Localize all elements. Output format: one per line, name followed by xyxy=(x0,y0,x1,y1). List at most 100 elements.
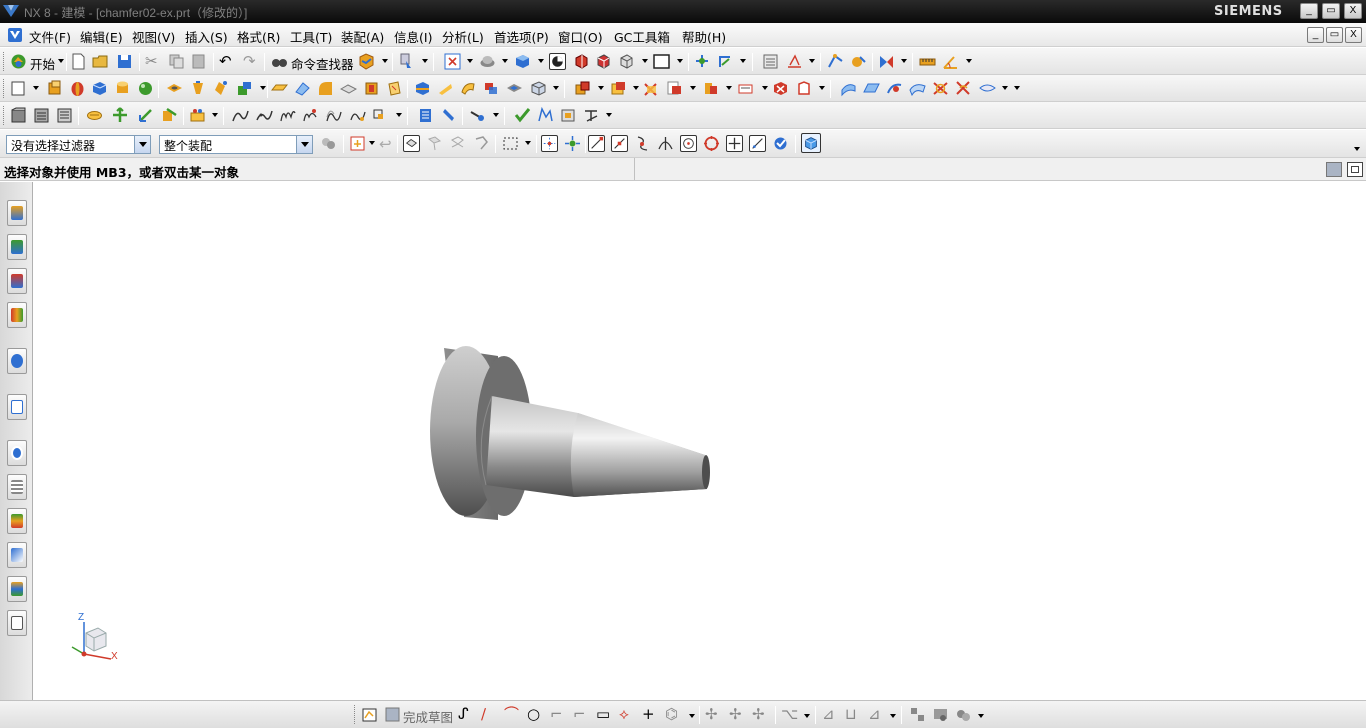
list-icon[interactable] xyxy=(417,107,434,124)
end-point-icon[interactable] xyxy=(588,135,605,152)
select-face-icon[interactable] xyxy=(426,135,443,152)
snap-point-icon[interactable] xyxy=(541,135,558,152)
move-face-icon[interactable] xyxy=(702,80,719,97)
show-hide-icon[interactable] xyxy=(850,53,867,70)
menu-edit[interactable]: 编辑(E) xyxy=(80,27,123,46)
sketch-flag-icon[interactable] xyxy=(361,706,378,723)
redo-icon[interactable]: ↷ xyxy=(243,53,256,70)
n-sided-surface-icon[interactable] xyxy=(909,80,926,97)
infer-constraints-icon[interactable] xyxy=(955,706,972,723)
menu-file[interactable]: 文件(F) xyxy=(29,27,71,46)
revolve-icon[interactable] xyxy=(69,80,86,97)
manufacturing-wizard-icon[interactable] xyxy=(7,542,27,568)
check-icon[interactable] xyxy=(514,107,531,124)
dropdown-arrow[interactable] xyxy=(809,59,815,63)
helix-icon[interactable] xyxy=(279,107,296,124)
move-object-icon[interactable] xyxy=(112,107,129,124)
bridge-surface-icon[interactable] xyxy=(932,80,949,97)
dropdown-arrow[interactable] xyxy=(525,141,531,145)
spline-icon[interactable] xyxy=(232,107,249,124)
finish-sketch-icon[interactable] xyxy=(384,706,401,723)
snap-existing-point-icon[interactable] xyxy=(564,135,581,152)
dropdown-arrow[interactable] xyxy=(689,714,695,718)
relations-browser-icon[interactable] xyxy=(932,706,949,723)
dropdown-arrow[interactable] xyxy=(502,59,508,63)
finish-sketch-button[interactable]: 完成草图 xyxy=(403,707,453,726)
boss-icon[interactable] xyxy=(190,80,207,97)
undo-icon[interactable]: ↶ xyxy=(219,53,232,70)
measure-angle-icon[interactable] xyxy=(942,53,959,70)
menu-view[interactable]: 视图(V) xyxy=(132,27,175,46)
cone-tip-face[interactable] xyxy=(702,455,710,489)
curve-analysis-icon[interactable] xyxy=(537,107,554,124)
pen-icon[interactable] xyxy=(441,107,458,124)
offset-face-icon[interactable] xyxy=(460,80,477,97)
menu-help[interactable]: 帮助(H) xyxy=(682,27,726,46)
new-file-icon[interactable] xyxy=(70,53,87,70)
chevron-down-icon[interactable] xyxy=(134,136,150,153)
swept-icon[interactable] xyxy=(840,80,857,97)
shaded-edges-icon[interactable] xyxy=(573,53,590,70)
toolbar-grip[interactable] xyxy=(3,106,6,125)
toolbar-grip[interactable] xyxy=(354,705,357,724)
reset-icon[interactable]: ↩ xyxy=(379,136,392,153)
drafting-icon[interactable] xyxy=(7,610,27,636)
point-on-curve-icon[interactable] xyxy=(634,135,651,152)
selection-scope-select[interactable]: 整个装配 xyxy=(159,135,313,154)
shaded-cube-icon[interactable] xyxy=(514,53,531,70)
reuse-library-icon[interactable] xyxy=(7,302,27,328)
wcs-origin-icon[interactable] xyxy=(137,107,154,124)
split-body-icon[interactable] xyxy=(437,80,454,97)
sketch-settings-icon[interactable] xyxy=(909,706,926,723)
mirror-feature-icon[interactable] xyxy=(506,80,523,97)
fullscreen-icon[interactable] xyxy=(1347,162,1363,177)
arc-center-icon[interactable] xyxy=(680,135,697,152)
dropdown-arrow[interactable] xyxy=(890,714,896,718)
minimize-button[interactable]: _ xyxy=(1300,3,1318,19)
menu-preferences[interactable]: 首选项(P) xyxy=(494,27,549,46)
block-icon[interactable] xyxy=(91,80,108,97)
through-curves-icon[interactable] xyxy=(863,80,880,97)
dropdown-arrow[interactable] xyxy=(901,59,907,63)
extrude-icon[interactable] xyxy=(46,80,63,97)
existing-point-icon[interactable] xyxy=(726,135,743,152)
graphics-window[interactable]: Z X xyxy=(34,182,1366,700)
chamfer-sketch-icon[interactable]: ⌐ xyxy=(573,706,586,723)
dropdown-arrow[interactable] xyxy=(396,113,402,117)
3d-view-icon[interactable] xyxy=(801,133,821,153)
make-corner-icon[interactable]: ✢ xyxy=(752,706,765,723)
sphere-icon[interactable] xyxy=(137,80,154,97)
toolbar-more-arrow[interactable] xyxy=(1014,86,1020,90)
assembly-constraints-icon[interactable] xyxy=(189,107,206,124)
intersection-curve-icon[interactable] xyxy=(372,107,389,124)
dropdown-arrow[interactable] xyxy=(726,86,732,90)
subtract-icon[interactable] xyxy=(610,80,627,97)
part-navigator-tree-icon[interactable] xyxy=(10,107,27,124)
pad-icon[interactable] xyxy=(236,80,253,97)
menu-tools[interactable]: 工具(T) xyxy=(290,27,332,46)
studio-surface-icon[interactable] xyxy=(886,80,903,97)
selection-intent-icon[interactable] xyxy=(349,135,366,152)
face-blend-icon[interactable] xyxy=(955,80,972,97)
cut-icon[interactable]: ✂ xyxy=(145,53,158,70)
offset-curve-icon[interactable] xyxy=(325,107,342,124)
menu-assembly[interactable]: 装配(A) xyxy=(341,27,384,46)
measure-icon[interactable] xyxy=(583,107,600,124)
dropdown-arrow[interactable] xyxy=(467,59,473,63)
circle-icon[interactable]: ○ xyxy=(527,706,540,723)
dropdown-arrow[interactable] xyxy=(819,86,825,90)
cylinder-icon[interactable] xyxy=(114,80,131,97)
dropdown-arrow[interactable] xyxy=(260,86,266,90)
copy-icon[interactable] xyxy=(168,53,185,70)
measure-distance-icon[interactable] xyxy=(919,53,936,70)
menu-insert[interactable]: 插入(S) xyxy=(185,27,228,46)
quick-trim-icon[interactable]: ✢ xyxy=(705,706,718,723)
hole-icon[interactable] xyxy=(166,80,183,97)
palette-icon[interactable] xyxy=(7,576,27,602)
toolbar-grip[interactable] xyxy=(3,79,6,98)
dropdown-arrow[interactable] xyxy=(690,86,696,90)
start-dropdown-arrow[interactable] xyxy=(58,59,64,63)
roles-icon[interactable] xyxy=(7,474,27,500)
intersection-point-icon[interactable] xyxy=(657,135,674,152)
dropdown-arrow[interactable] xyxy=(382,59,388,63)
